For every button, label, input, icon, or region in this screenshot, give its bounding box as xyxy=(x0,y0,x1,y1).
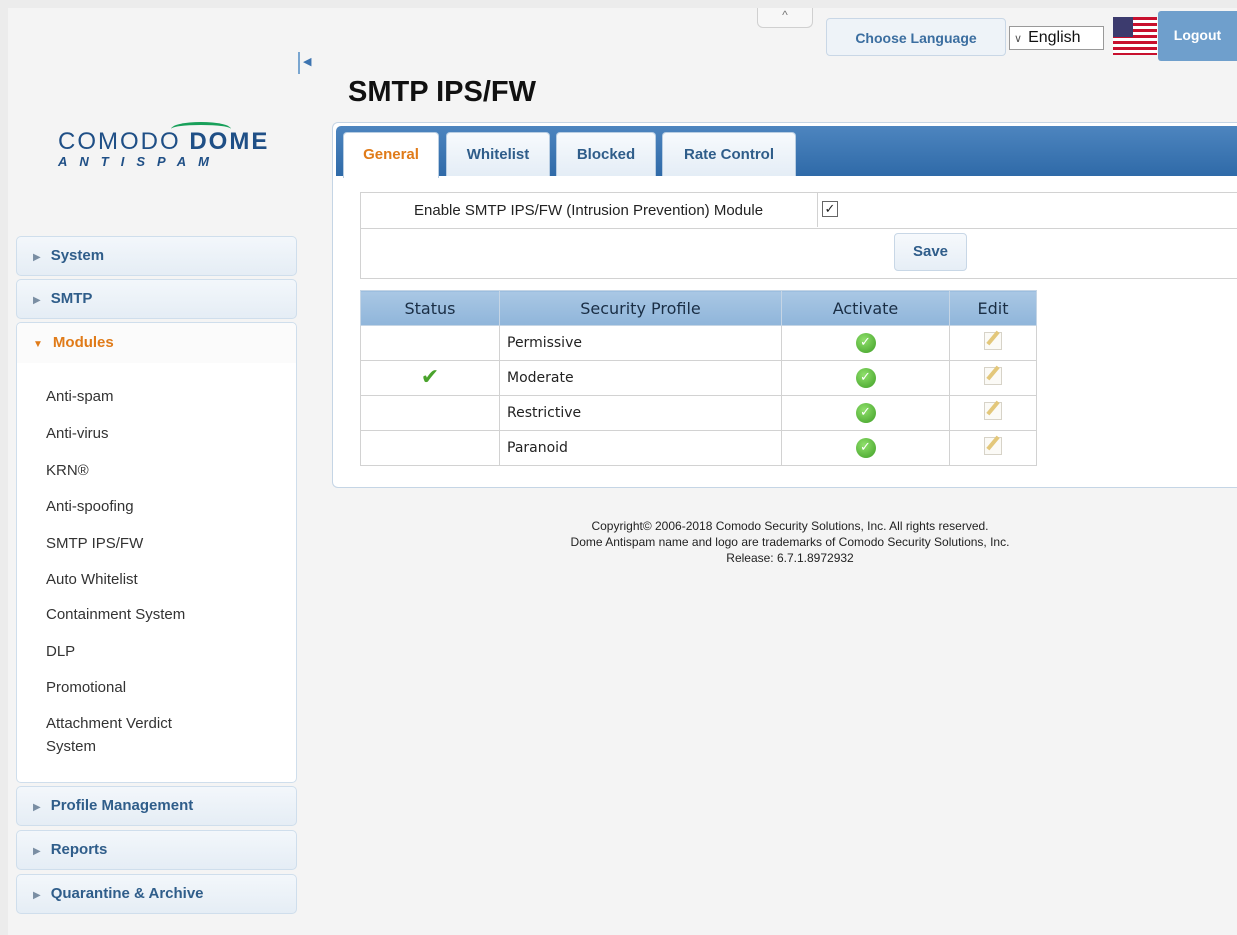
column-header-edit: Edit xyxy=(949,290,1037,326)
activate-icon[interactable]: ✓ xyxy=(855,368,876,388)
language-selected-value: English xyxy=(1028,29,1081,46)
edit-icon[interactable] xyxy=(984,402,1002,420)
sidebar-subitem-krn[interactable]: KRN® xyxy=(46,462,89,479)
footer-copyright: Copyright© 2006-2018 Comodo Security Sol… xyxy=(591,519,989,533)
table-header-row: Status Security Profile Activate Edit xyxy=(360,290,1037,326)
sidebar-item-label: Reports xyxy=(50,841,108,858)
sidebar-item-profile-management[interactable]: ▶ Profile Management xyxy=(16,786,297,826)
sidebar-item-label: Quarantine & Archive xyxy=(50,885,204,902)
edit-icon[interactable] xyxy=(984,367,1002,385)
sidebar-item-label: System xyxy=(50,247,105,264)
tab-rate-control[interactable]: Rate Control xyxy=(662,132,796,176)
collapse-header-toggle[interactable]: ^ xyxy=(757,8,813,28)
comodo-dome-antispam-logo: COMODO DOME ANTISPAM xyxy=(58,122,267,178)
sidebar-subitem-promotional[interactable]: Promotional xyxy=(46,679,126,696)
checkmark-icon: ✓ xyxy=(824,201,836,216)
page-title: SMTP IPS/FW xyxy=(348,76,536,108)
tab-whitelist[interactable]: Whitelist xyxy=(446,132,550,176)
sidebar-subitem-anti-spam[interactable]: Anti-spam xyxy=(46,388,114,405)
status-cell xyxy=(360,395,500,431)
chevron-right-icon: ▶ xyxy=(33,295,41,306)
sidebar-subitem-dlp[interactable]: DLP xyxy=(46,643,75,660)
logo-swoosh xyxy=(171,122,231,136)
divider xyxy=(817,192,818,227)
collapse-sidebar-toggle[interactable]: ◀ xyxy=(298,52,316,74)
edit-icon[interactable] xyxy=(984,332,1002,350)
sidebar-item-label: Profile Management xyxy=(50,797,194,814)
sidebar-subitem-auto-whitelist[interactable]: Auto Whitelist xyxy=(46,571,138,588)
tab-blocked[interactable]: Blocked xyxy=(556,132,656,176)
profile-name: Permissive xyxy=(499,325,782,361)
choose-language-button[interactable]: Choose Language xyxy=(826,18,1006,56)
sidebar-subitem-attachment-verdict[interactable]: Attachment Verdict xyxy=(46,715,172,732)
footer: Copyright© 2006-2018 Comodo Security Sol… xyxy=(460,518,1120,566)
us-flag-icon xyxy=(1113,17,1157,55)
table-row: ✔ Moderate ✓ xyxy=(360,360,1037,396)
logo-word-comodo: COMODO xyxy=(58,128,181,155)
status-cell xyxy=(360,430,500,466)
security-profile-table: Status Security Profile Activate Edit Pe… xyxy=(360,290,1037,466)
enable-module-label: Enable SMTP IPS/FW (Intrusion Prevention… xyxy=(414,202,764,219)
sidebar-item-label: SMTP xyxy=(50,290,93,307)
chevron-up-icon: ^ xyxy=(782,8,788,22)
sidebar-item-reports[interactable]: ▶ Reports xyxy=(16,830,297,870)
sidebar-subitem-smtp-ips-fw[interactable]: SMTP IPS/FW xyxy=(46,535,143,552)
status-cell: ✔ xyxy=(360,360,500,396)
footer-release: Release: 6.7.1.8972932 xyxy=(726,551,854,565)
status-cell xyxy=(360,325,500,361)
sidebar-subitem-anti-virus[interactable]: Anti-virus xyxy=(46,425,109,442)
sidebar-item-modules[interactable]: ▼ Modules xyxy=(17,323,296,363)
chevron-right-icon: ▶ xyxy=(33,890,41,901)
profile-name: Restrictive xyxy=(499,395,782,431)
activate-icon[interactable]: ✓ xyxy=(855,438,876,458)
profile-name: Moderate xyxy=(499,360,782,396)
divider xyxy=(361,228,1237,229)
activate-icon[interactable]: ✓ xyxy=(855,333,876,353)
save-button[interactable]: Save xyxy=(894,233,967,271)
chevron-down-icon: ∨ xyxy=(1014,33,1023,45)
chevron-right-icon: ▶ xyxy=(33,802,41,813)
sidebar-subitem-anti-spoofing[interactable]: Anti-spoofing xyxy=(46,498,134,515)
activate-icon[interactable]: ✓ xyxy=(855,403,876,423)
chevron-down-icon: ▼ xyxy=(33,339,43,350)
sidebar-item-system[interactable]: ▶ System xyxy=(16,236,297,276)
footer-trademark: Dome Antispam name and logo are trademar… xyxy=(570,535,1010,549)
edit-icon[interactable] xyxy=(984,437,1002,455)
column-header-security-profile: Security Profile xyxy=(499,290,782,326)
sidebar-item-quarantine-archive[interactable]: ▶ Quarantine & Archive xyxy=(16,874,297,914)
enable-module-checkbox[interactable]: ✓ xyxy=(822,201,838,217)
table-row: Paranoid ✓ xyxy=(360,430,1037,466)
column-header-activate: Activate xyxy=(781,290,950,326)
chevron-right-icon: ▶ xyxy=(33,252,41,263)
sidebar-item-smtp[interactable]: ▶ SMTP xyxy=(16,279,297,319)
sidebar-subitem-attachment-verdict-line2[interactable]: System xyxy=(46,738,96,755)
table-row: Permissive ✓ xyxy=(360,325,1037,361)
profile-name: Paranoid xyxy=(499,430,782,466)
sidebar-item-label: Modules xyxy=(52,334,114,351)
sidebar-subitem-containment-system[interactable]: Containment System xyxy=(46,606,185,623)
language-select[interactable]: ∨ English xyxy=(1009,26,1104,50)
logout-button[interactable]: Logout xyxy=(1158,11,1237,61)
chevron-right-icon: ▶ xyxy=(33,846,41,857)
active-checkmark-icon: ✔ xyxy=(420,365,440,390)
column-header-status: Status xyxy=(360,290,500,326)
tab-general[interactable]: General xyxy=(343,132,439,178)
table-row: Restrictive ✓ xyxy=(360,395,1037,431)
arrow-left-icon: ◀ xyxy=(303,56,312,68)
logo-subtitle: ANTISPAM xyxy=(58,154,221,169)
